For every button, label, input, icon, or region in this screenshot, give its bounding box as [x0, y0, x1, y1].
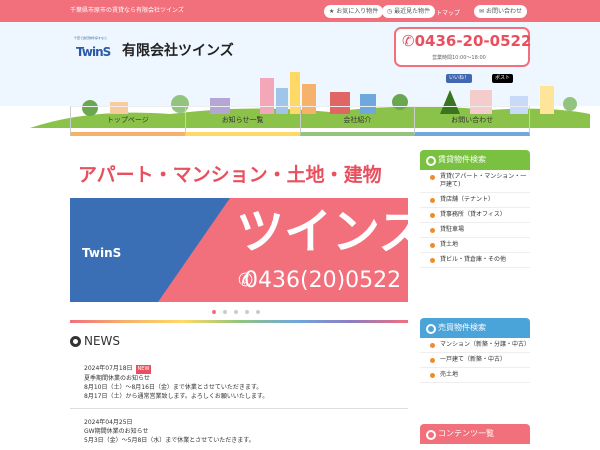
phone-icon: ✆ — [402, 32, 415, 50]
sitemap-link[interactable]: サイトマップ — [424, 8, 460, 17]
main-nav: トップページ お知らせ一覧 会社紹介 お問い合わせ — [70, 106, 530, 136]
slider-dot[interactable] — [212, 310, 216, 314]
slider-dot[interactable] — [245, 310, 249, 314]
news-line: 8月10日（土）～8月16日（金）まで休業とさせていただきます。 — [84, 384, 263, 391]
business-hours: 営業時間10:00～18:00 — [432, 55, 486, 61]
nav-item-news[interactable]: お知らせ一覧 — [184, 106, 300, 136]
rent-search-title: 賃貸物件検索 — [420, 150, 530, 170]
sale-search-panel: 売買物件検索 マンション（新築・分譲・中古） 一戸建て（新築・中古） 売土地 — [420, 318, 530, 383]
sale-search-title: 売買物件検索 — [420, 318, 530, 338]
sidebar-item-shop[interactable]: 貸店舗（テナント） — [420, 193, 530, 208]
sidebar-item-building[interactable]: 貸ビル・貸倉庫・その他 — [420, 253, 530, 268]
news-date: 2024年07月18日 — [84, 365, 133, 372]
news-title: GW期間休業のお知らせ — [84, 428, 149, 435]
news-bullet-icon — [70, 336, 81, 347]
phone-box: ✆0436-20-0522 営業時間10:00～18:00 — [394, 27, 531, 67]
contact-label: お問い合わせ — [485, 8, 522, 15]
rent-search-panel: 賃貸物件検索 賃貸(アパート・マンション・一戸建て) 貸店舗（テナント） 貸事務… — [420, 150, 530, 268]
news-separator — [70, 408, 408, 409]
rainbow-divider — [70, 320, 408, 323]
contents-panel: コンテンツ一覧 — [420, 424, 530, 444]
hero-slider[interactable]: アパート・マンション・土地・建物 TwinS ツインズ ✆ 0436(20)05… — [70, 150, 408, 302]
sidebar-item-rental[interactable]: 賃貸(アパート・マンション・一戸建て) — [420, 170, 530, 193]
sidebar-item-mansion[interactable]: マンション（新築・分譲・中古） — [420, 338, 530, 353]
slider-brand: ツインズ — [236, 204, 408, 260]
slider-dot[interactable] — [223, 310, 227, 314]
sidebar-item-office[interactable]: 貸事務所（貸オフィス） — [420, 208, 530, 223]
nav-item-company[interactable]: 会社紹介 — [299, 106, 415, 136]
nav-item-contact[interactable]: お問い合わせ — [414, 106, 530, 136]
news-date: 2024年04月25日 — [84, 419, 133, 426]
slider-dot[interactable] — [234, 310, 238, 314]
slider-dot[interactable] — [256, 310, 260, 314]
contents-title: コンテンツ一覧 — [420, 424, 530, 444]
phone-number-text: 0436-20-0522 — [414, 32, 532, 50]
news-heading: NEWS — [84, 334, 121, 348]
news-line: 8月17日（土）から通常営業致します。よろしくお願いいたします。 — [84, 393, 269, 400]
news-title: 夏季期間休業のお知らせ — [84, 375, 150, 382]
news-line: 5月3日（金）～5月8日（水）まで休業とさせていただきます。 — [84, 437, 255, 444]
favorites-button[interactable]: ★ お気に入り物件 — [324, 5, 384, 18]
top-bar: 千葉県市原市の賃貸なら有限会社ツインズ ★ お気に入り物件 ◷ 最近見た物件 サ… — [0, 0, 600, 22]
company-name[interactable]: 有限会社ツインズ — [122, 40, 234, 60]
sidebar-item-sale-land[interactable]: 売土地 — [420, 368, 530, 383]
sidebar-item-land[interactable]: 貸土地 — [420, 238, 530, 253]
slider-dots — [212, 310, 260, 314]
slider-phone: 0436(20)0522 — [244, 268, 402, 293]
news-item[interactable]: 2024年07月18日 NEW 夏季期間休業のお知らせ 8月10日（土）～8月16… — [84, 364, 404, 401]
slider-logo: TwinS — [82, 246, 122, 260]
logo-text: TwinS — [76, 45, 111, 59]
contact-button[interactable]: ✉ お問い合わせ — [474, 5, 527, 18]
favorites-label: お気に入り物件 — [336, 8, 379, 15]
slider-headline: アパート・マンション・土地・建物 — [78, 164, 382, 186]
site-tagline: 千葉県市原市の賃貸なら有限会社ツインズ — [70, 7, 184, 14]
phone-number[interactable]: ✆0436-20-0522 — [402, 32, 531, 50]
new-badge: NEW — [135, 365, 152, 374]
nav-item-top[interactable]: トップページ — [70, 106, 185, 136]
company-logo[interactable]: 千葉で賃貸物件探すなら TwinS — [74, 36, 116, 64]
logo-tagline: 千葉で賃貸物件探すなら — [74, 36, 108, 40]
site-header: 千葉で賃貸物件探すなら TwinS 有限会社ツインズ ✆0436-20-0522… — [0, 22, 600, 128]
sidebar-item-parking[interactable]: 貸駐車場 — [420, 223, 530, 238]
sidebar-item-house[interactable]: 一戸建て（新築・中古） — [420, 353, 530, 368]
news-item[interactable]: 2024年04月25日 GW期間休業のお知らせ 5月3日（金）～5月8日（水）ま… — [84, 418, 404, 445]
